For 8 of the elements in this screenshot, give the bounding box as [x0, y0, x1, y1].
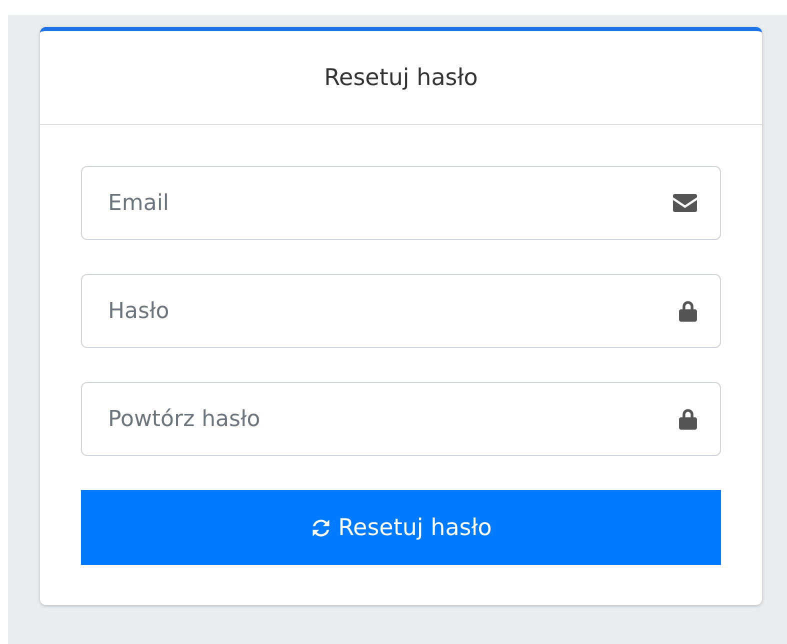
input-field[interactable]: Email	[81, 166, 721, 240]
reset-button[interactable]: Resetuj hasło	[81, 490, 721, 565]
card-title: Resetuj hasło	[324, 64, 478, 90]
envelope-icon	[673, 194, 697, 212]
lock-icon	[679, 408, 697, 430]
input-field[interactable]: Hasło	[81, 274, 721, 348]
input-field[interactable]: Powtórz hasło	[81, 382, 721, 456]
lock-icon	[679, 300, 697, 322]
